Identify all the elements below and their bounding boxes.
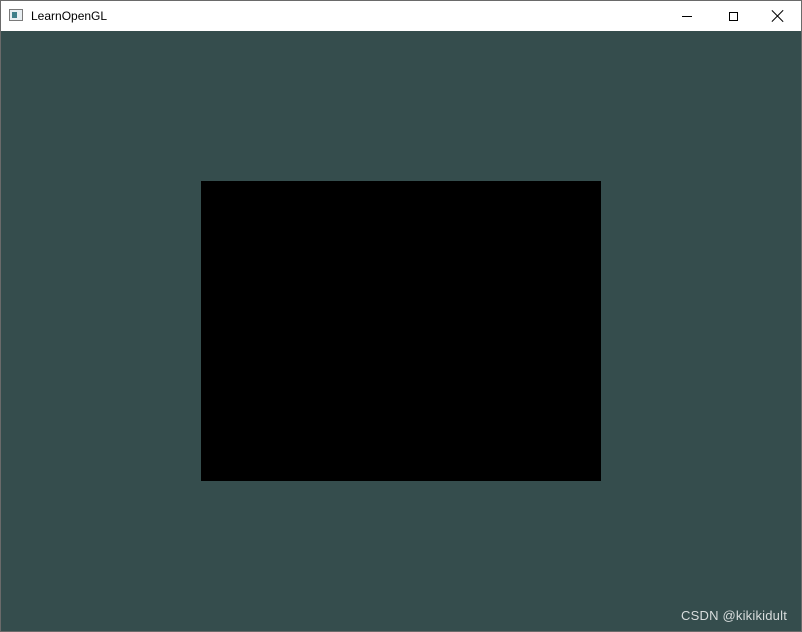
window-app-icon[interactable] <box>9 9 23 21</box>
maximize-button[interactable] <box>710 1 756 31</box>
close-button[interactable] <box>755 1 801 31</box>
watermark-text: CSDN @kikikidult <box>681 608 787 623</box>
window-title: LearnOpenGL <box>31 9 108 23</box>
app-window: LearnOpenGL CSDN @kikikidult <box>0 0 802 632</box>
close-icon <box>772 10 784 22</box>
minimize-icon <box>682 15 692 17</box>
maximize-icon <box>728 11 738 21</box>
minimize-button[interactable] <box>664 1 710 31</box>
rendered-rectangle <box>201 181 601 481</box>
opengl-viewport[interactable]: CSDN @kikikidult <box>1 31 801 631</box>
title-bar[interactable]: LearnOpenGL <box>1 1 801 31</box>
